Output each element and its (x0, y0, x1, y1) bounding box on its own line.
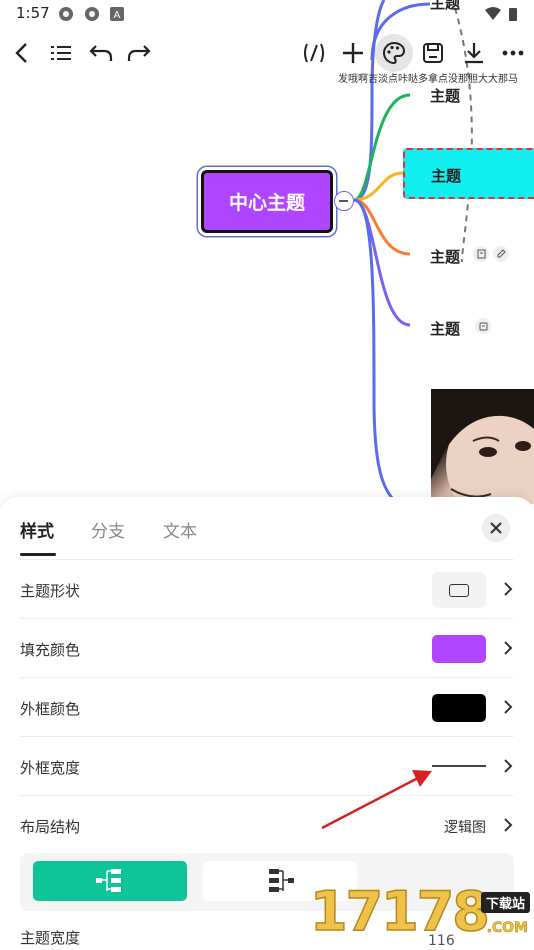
app-notification-icon-2 (84, 6, 100, 22)
layout-structure-row[interactable]: 布局结构 逻辑图 (20, 795, 514, 854)
border-color-row[interactable]: 外框颜色 (20, 677, 514, 736)
watermark-tag: 下载站 (480, 892, 530, 913)
style-palette-icon[interactable] (375, 34, 413, 72)
save-icon[interactable] (416, 34, 450, 72)
fill-color-swatch (432, 635, 486, 663)
topic-shape-row[interactable]: 主题形状 (20, 559, 514, 618)
tree-left-icon (269, 869, 294, 892)
layout-structure-value: 逻辑图 (444, 820, 486, 836)
border-width-preview (432, 765, 486, 767)
topic-node-4[interactable]: 主题 (430, 246, 460, 267)
collapse-branch-button[interactable] (334, 191, 354, 211)
border-width-row[interactable]: 外框宽度 (20, 736, 514, 795)
back-icon[interactable] (4, 34, 38, 72)
tab-text[interactable]: 文本 (163, 517, 197, 542)
close-icon[interactable] (482, 514, 510, 542)
center-topic-label: 中心主题 (228, 192, 305, 214)
outline-list-icon[interactable] (44, 34, 78, 72)
chevron-right-icon (504, 641, 513, 655)
site-watermark-logo: 17178 下载站 .COM (309, 879, 534, 950)
chevron-right-icon (504, 700, 513, 714)
font-notification-icon: A (110, 6, 126, 22)
battery-icon (508, 6, 524, 22)
add-topic-icon[interactable] (336, 34, 370, 72)
fill-color-label: 填充颜色 (20, 641, 81, 659)
download-icon[interactable] (457, 34, 491, 72)
tab-branch[interactable]: 分支 (91, 517, 125, 542)
shape-preview (432, 572, 486, 608)
note-icon[interactable] (473, 246, 489, 262)
tab-style[interactable]: 样式 (20, 517, 54, 542)
more-options-icon[interactable] (496, 34, 530, 72)
border-width-label: 外框宽度 (20, 759, 81, 777)
status-bar: 1:57 A (0, 0, 534, 30)
svg-text:A: A (114, 10, 121, 21)
status-time: 1:57 (16, 4, 50, 22)
edit-icon[interactable] (493, 246, 509, 262)
border-color-swatch (432, 694, 486, 722)
panel-tabs: 样式 分支 文本 (0, 497, 534, 559)
chevron-right-icon (504, 582, 513, 596)
topic-shape-label: 主题形状 (20, 582, 81, 600)
undo-icon[interactable] (84, 34, 118, 72)
topic-image[interactable] (431, 389, 534, 504)
chevron-right-icon (504, 818, 513, 832)
topic-node-2[interactable]: 主题 (430, 85, 460, 106)
topic-width-label: 主题宽度 (20, 929, 81, 947)
watermark-domain: .COM (486, 920, 528, 937)
topic-node-5[interactable]: 主题 (430, 318, 460, 339)
redo-icon[interactable] (122, 34, 156, 72)
layout-option-logic-right[interactable] (33, 861, 187, 901)
selected-topic-label: 主题 (431, 167, 462, 185)
top-toolbar (0, 34, 534, 74)
active-tab-indicator (20, 553, 56, 556)
tree-right-icon (96, 869, 121, 892)
wifi-icon (484, 6, 501, 22)
fill-color-row[interactable]: 填充颜色 (20, 618, 514, 677)
border-color-label: 外框颜色 (20, 700, 81, 718)
relation-line-icon[interactable] (297, 34, 331, 72)
selected-topic-node[interactable]: 主题 (403, 148, 534, 199)
marquee-text: 发哦啊吉淡点咔哒多拿点没那胆大大那马 (338, 74, 518, 85)
watermark-number: 17178 (309, 879, 490, 944)
app-notification-icon (58, 6, 74, 22)
comment-icon[interactable] (475, 318, 491, 334)
layout-structure-label: 布局结构 (20, 818, 81, 836)
center-topic-node[interactable]: 中心主题 (201, 170, 333, 233)
chevron-right-icon (504, 759, 513, 773)
